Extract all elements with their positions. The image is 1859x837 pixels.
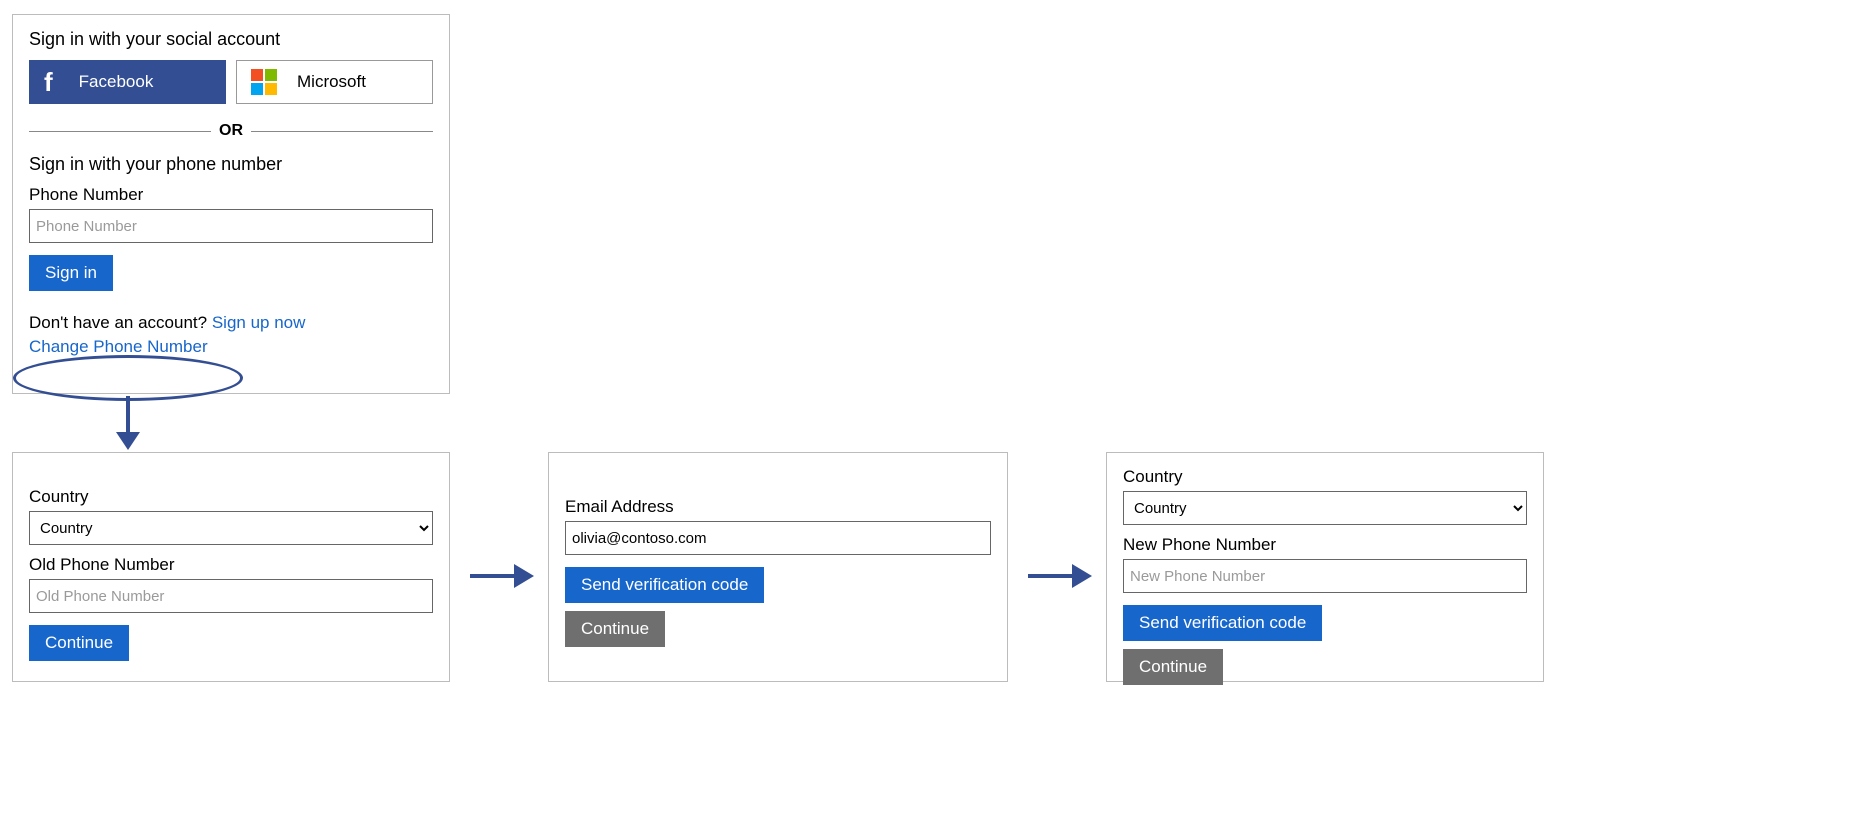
flow-arrow-down-icon — [108, 396, 148, 452]
email-verification-panel: Email Address Send verification code Con… — [548, 452, 1008, 682]
signin-button[interactable]: Sign in — [29, 255, 113, 291]
no-account-text: Don't have an account? — [29, 313, 212, 332]
social-signin-heading: Sign in with your social account — [29, 29, 433, 50]
or-divider: OR — [29, 122, 433, 140]
signup-now-link[interactable]: Sign up now — [212, 313, 306, 332]
country-select[interactable]: Country — [29, 511, 433, 545]
signup-row: Don't have an account? Sign up now — [29, 313, 433, 333]
signin-panel: Sign in with your social account f Faceb… — [12, 14, 450, 394]
send-verification-code-button[interactable]: Send verification code — [1123, 605, 1322, 641]
email-address-label: Email Address — [565, 497, 991, 517]
continue-button[interactable]: Continue — [29, 625, 129, 661]
microsoft-icon — [251, 69, 277, 95]
old-phone-number-input[interactable] — [29, 579, 433, 613]
continue-button[interactable]: Continue — [1123, 649, 1223, 685]
social-buttons-row: f Facebook Microsoft — [29, 60, 433, 104]
flow-arrow-right-icon — [1028, 556, 1094, 596]
phone-number-input[interactable] — [29, 209, 433, 243]
new-phone-number-label: New Phone Number — [1123, 535, 1527, 555]
country-label: Country — [1123, 467, 1527, 487]
divider-line-left — [29, 131, 211, 132]
phone-signin-heading: Sign in with your phone number — [29, 154, 433, 175]
continue-button[interactable]: Continue — [565, 611, 665, 647]
phone-number-label: Phone Number — [29, 185, 433, 205]
country-select[interactable]: Country — [1123, 491, 1527, 525]
facebook-icon: f — [44, 67, 53, 98]
divider-line-right — [251, 131, 433, 132]
send-verification-code-button[interactable]: Send verification code — [565, 567, 764, 603]
or-text: OR — [219, 122, 243, 140]
annotation-ellipse — [13, 355, 243, 401]
new-phone-number-input[interactable] — [1123, 559, 1527, 593]
email-address-input[interactable] — [565, 521, 991, 555]
new-phone-panel: Country Country New Phone Number Send ve… — [1106, 452, 1544, 682]
microsoft-button[interactable]: Microsoft — [236, 60, 433, 104]
country-label: Country — [29, 487, 433, 507]
flow-arrow-right-icon — [470, 556, 536, 596]
old-phone-number-label: Old Phone Number — [29, 555, 433, 575]
microsoft-button-label: Microsoft — [297, 72, 366, 92]
facebook-button[interactable]: f Facebook — [29, 60, 226, 104]
facebook-button-label: Facebook — [79, 72, 154, 92]
old-phone-panel: Country Country Old Phone Number Continu… — [12, 452, 450, 682]
change-phone-number-link[interactable]: Change Phone Number — [29, 337, 208, 357]
